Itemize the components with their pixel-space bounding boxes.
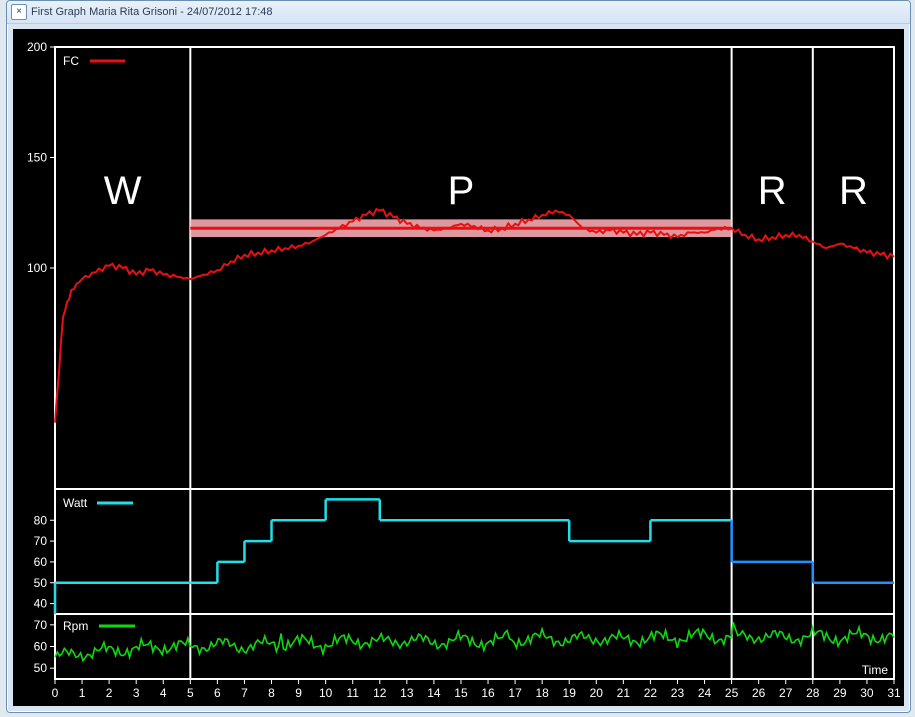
svg-text:16: 16 xyxy=(481,686,495,700)
svg-text:12: 12 xyxy=(373,686,387,700)
svg-text:18: 18 xyxy=(535,686,549,700)
svg-text:2: 2 xyxy=(106,686,113,700)
svg-text:150: 150 xyxy=(27,151,47,165)
svg-text:80: 80 xyxy=(34,513,48,527)
window-title: First Graph Maria Rita Grisoni - 24/07/2… xyxy=(31,1,273,23)
svg-text:60: 60 xyxy=(34,555,48,569)
svg-text:50: 50 xyxy=(34,576,48,590)
svg-text:22: 22 xyxy=(644,686,658,700)
svg-text:25: 25 xyxy=(725,686,739,700)
svg-text:P: P xyxy=(448,169,475,213)
svg-text:70: 70 xyxy=(34,618,48,632)
svg-text:31: 31 xyxy=(887,686,901,700)
svg-text:8: 8 xyxy=(268,686,275,700)
svg-text:100: 100 xyxy=(27,261,47,275)
svg-text:21: 21 xyxy=(617,686,631,700)
svg-text:1: 1 xyxy=(79,686,86,700)
svg-text:3: 3 xyxy=(133,686,140,700)
svg-text:17: 17 xyxy=(508,686,522,700)
svg-text:W: W xyxy=(104,169,142,213)
svg-text:Rpm: Rpm xyxy=(63,619,88,633)
svg-text:9: 9 xyxy=(295,686,302,700)
svg-text:FC: FC xyxy=(63,54,79,68)
svg-text:R: R xyxy=(758,169,787,213)
titlebar[interactable]: × First Graph Maria Rita Grisoni - 24/07… xyxy=(7,1,910,24)
svg-text:7: 7 xyxy=(241,686,248,700)
svg-text:50: 50 xyxy=(34,661,48,675)
svg-text:26: 26 xyxy=(752,686,766,700)
app-window: × First Graph Maria Rita Grisoni - 24/07… xyxy=(6,0,911,713)
svg-text:28: 28 xyxy=(806,686,820,700)
svg-text:70: 70 xyxy=(34,534,48,548)
svg-text:Time: Time xyxy=(862,663,889,677)
svg-text:60: 60 xyxy=(34,640,48,654)
chart-area: WPRR012345678910111213141516171819202122… xyxy=(13,29,904,706)
svg-text:24: 24 xyxy=(698,686,712,700)
svg-text:11: 11 xyxy=(346,686,359,700)
svg-text:R: R xyxy=(839,169,868,213)
svg-text:200: 200 xyxy=(27,40,47,54)
svg-text:Watt: Watt xyxy=(63,496,88,510)
svg-text:30: 30 xyxy=(860,686,874,700)
chart-svg: WPRR012345678910111213141516171819202122… xyxy=(13,29,904,706)
svg-text:20: 20 xyxy=(590,686,604,700)
svg-text:0: 0 xyxy=(52,686,59,700)
svg-text:4: 4 xyxy=(160,686,167,700)
svg-text:40: 40 xyxy=(34,597,48,611)
svg-text:15: 15 xyxy=(454,686,468,700)
svg-text:29: 29 xyxy=(833,686,847,700)
svg-text:23: 23 xyxy=(671,686,685,700)
svg-text:19: 19 xyxy=(563,686,577,700)
svg-text:10: 10 xyxy=(319,686,333,700)
svg-text:27: 27 xyxy=(779,686,793,700)
svg-text:6: 6 xyxy=(214,686,221,700)
close-icon[interactable]: × xyxy=(11,4,27,20)
svg-text:5: 5 xyxy=(187,686,194,700)
svg-text:13: 13 xyxy=(400,686,414,700)
svg-text:14: 14 xyxy=(427,686,441,700)
